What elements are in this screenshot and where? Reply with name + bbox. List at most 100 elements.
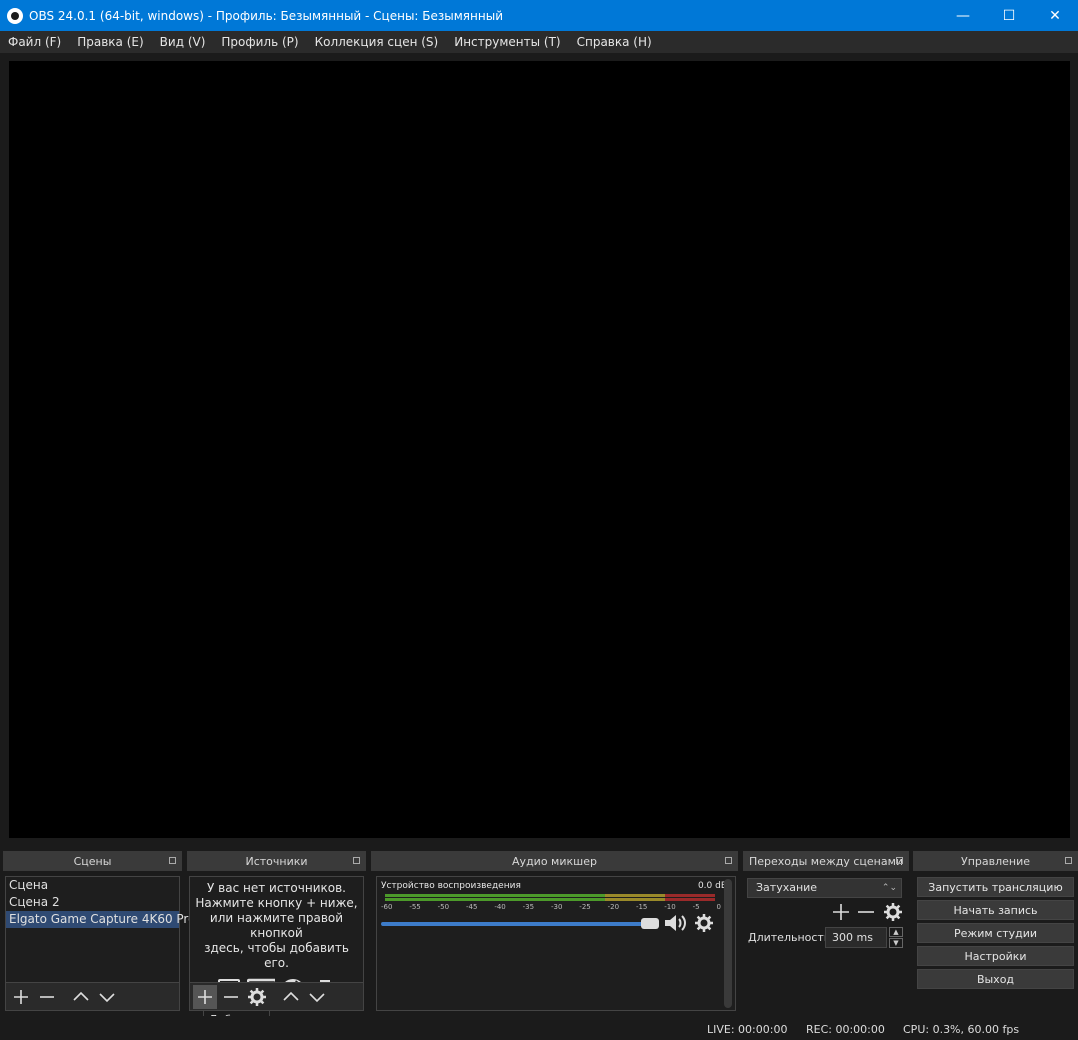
start-streaming-button[interactable]: Запустить трансляцию [917, 877, 1074, 897]
transition-select[interactable]: Затухание ⌃⌄ [747, 878, 902, 898]
menu-file[interactable]: Файл (F) [8, 35, 61, 49]
meter-red [665, 894, 715, 897]
meter-yellow [605, 894, 665, 897]
tick-label: -25 [579, 903, 591, 911]
spin-down-icon[interactable]: ▼ [889, 938, 903, 948]
preview-canvas[interactable] [9, 61, 1070, 838]
audio-mixer-dock: Аудио микшер Устройство воспроизведения … [371, 851, 738, 1011]
studio-mode-button[interactable]: Режим студии [917, 923, 1074, 943]
close-button[interactable]: ✕ [1032, 0, 1078, 31]
float-icon[interactable] [896, 857, 903, 864]
volume-slider-handle[interactable] [641, 918, 659, 929]
scenes-list: Сцена Сцена 2 Elgato Game Capture 4K60 P… [5, 876, 195, 1011]
move-source-up-button[interactable] [279, 985, 303, 1009]
spin-up-icon[interactable]: ▲ [889, 927, 903, 937]
move-scene-down-button[interactable] [95, 985, 119, 1009]
empty-line: или нажмите правой кнопкой [209, 911, 344, 940]
sources-empty-message: У вас нет источников. Нажмите кнопку + н… [190, 877, 363, 971]
settings-button[interactable]: Настройки [917, 946, 1074, 966]
duration-value: 300 ms [832, 931, 873, 944]
remove-source-button[interactable] [219, 985, 243, 1009]
scene-item-selected[interactable]: Elgato Game Capture 4K60 Pro [6, 911, 195, 928]
mixer-body: Устройство воспроизведения 0.0 dB -60 -5… [376, 876, 736, 1011]
empty-line: У вас нет источников. [207, 881, 346, 895]
menu-tools[interactable]: Инструменты (T) [454, 35, 560, 49]
volume-slider[interactable] [381, 922, 659, 926]
meter-red [665, 898, 715, 901]
sources-dock: Источники У вас нет источников. Нажмите … [187, 851, 366, 1011]
audio-level: 0.0 dB [697, 881, 727, 891]
minus-icon [224, 995, 238, 998]
minimize-button[interactable]: — [940, 0, 986, 31]
mixer-gear-icon[interactable] [695, 914, 713, 935]
transition-selected: Затухание [756, 881, 818, 894]
start-recording-button[interactable]: Начать запись [917, 900, 1074, 920]
remove-scene-button[interactable] [35, 985, 59, 1009]
mixer-dock-title: Аудио микшер [371, 851, 738, 871]
tick-label: -15 [635, 903, 648, 911]
scenes-toolbar [6, 982, 179, 1010]
tick-label: -20 [607, 903, 620, 911]
source-properties-button[interactable] [245, 985, 269, 1009]
float-icon[interactable] [725, 857, 732, 864]
tick-label: -30 [550, 903, 563, 911]
add-scene-button[interactable] [9, 985, 33, 1009]
empty-line: Нажмите кнопку + ниже, [195, 896, 358, 910]
float-icon[interactable] [353, 857, 360, 864]
menu-help[interactable]: Справка (H) [577, 35, 652, 49]
float-icon[interactable] [169, 857, 176, 864]
live-status: LIVE: 00:00:00 [707, 1023, 788, 1036]
exit-button[interactable]: Выход [917, 969, 1074, 989]
mixer-scrollbar[interactable] [724, 879, 732, 1008]
menu-edit[interactable]: Правка (E) [77, 35, 143, 49]
audio-device-name: Устройство воспроизведения [381, 881, 521, 891]
tick-label: -35 [522, 903, 535, 911]
controls-dock: Управление Запустить трансляцию Начать з… [913, 851, 1078, 1011]
tick-label: -45 [465, 903, 478, 911]
chevron-down-icon [309, 992, 325, 1002]
scenes-dock-title: Сцены [3, 851, 182, 871]
title-bar: OBS 24.0.1 (64-bit, windows) - Профиль: … [0, 0, 1078, 31]
minus-icon [858, 911, 874, 913]
gear-icon [248, 987, 266, 1006]
scene-item[interactable]: Сцена 2 [6, 894, 179, 911]
plus-icon [833, 904, 849, 920]
chevron-up-icon [283, 991, 299, 1001]
transition-properties-button[interactable] [884, 903, 902, 924]
meter-green [385, 898, 605, 901]
move-source-down-button[interactable] [305, 985, 329, 1009]
tick-label: -10 [664, 903, 676, 911]
menu-profile[interactable]: Профиль (P) [221, 35, 298, 49]
menu-scene-collection[interactable]: Коллекция сцен (S) [315, 35, 439, 49]
tick-label: -50 [437, 903, 450, 911]
scene-item[interactable]: Сцена [6, 877, 179, 894]
menu-bar: Файл (F) Правка (E) Вид (V) Профиль (P) … [0, 31, 1078, 53]
volume-meter [385, 894, 715, 901]
transitions-dock: Переходы между сценами Затухание ⌃⌄ Длит… [743, 851, 909, 1011]
maximize-button[interactable]: ☐ [986, 0, 1032, 31]
controls-dock-title: Управление [913, 851, 1078, 871]
menu-view[interactable]: Вид (V) [160, 35, 206, 49]
float-icon[interactable] [1065, 857, 1072, 864]
tick-label: -60 [381, 903, 393, 911]
chevron-down-icon [99, 992, 115, 1002]
sources-toolbar [190, 982, 363, 1010]
window-title: OBS 24.0.1 (64-bit, windows) - Профиль: … [29, 8, 503, 23]
updown-icon: ⌃⌄ [881, 883, 897, 893]
add-transition-button[interactable] [832, 903, 850, 924]
duration-spinbox[interactable]: 300 ms [825, 927, 887, 948]
cpu-status: CPU: 0.3%, 60.00 fps [903, 1023, 1020, 1036]
scenes-dock: Сцены Сцена Сцена 2 Elgato Game Capture … [3, 851, 195, 1011]
remove-transition-button[interactable] [857, 903, 875, 924]
tick-label: 0 [716, 903, 721, 911]
controls-title: Управление [960, 854, 1030, 868]
speaker-icon[interactable] [664, 913, 688, 936]
sources-list[interactable]: У вас нет источников. Нажмите кнопку + н… [189, 876, 364, 1011]
move-scene-up-button[interactable] [69, 985, 93, 1009]
add-source-button[interactable] [193, 984, 217, 1009]
chevron-up-icon [73, 991, 89, 1001]
meter-green [385, 894, 605, 897]
tick-label: -55 [409, 903, 421, 911]
sources-title: Источники [245, 854, 308, 868]
rec-status: REC: 00:00:00 [806, 1023, 885, 1036]
